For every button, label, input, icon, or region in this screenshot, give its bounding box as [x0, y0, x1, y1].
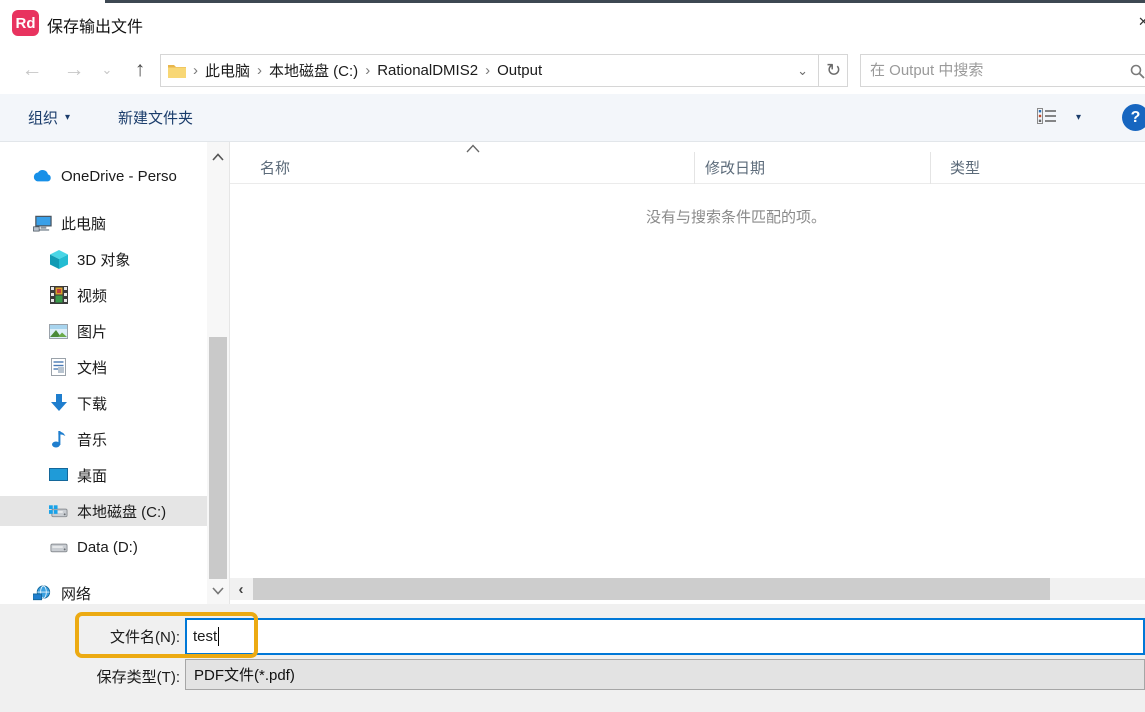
- breadcrumb-output[interactable]: Output: [497, 62, 542, 79]
- text-cursor: [218, 627, 219, 646]
- recent-locations-caret-icon[interactable]: ⌄: [96, 53, 118, 87]
- music-icon: [49, 430, 68, 449]
- new-folder-label: 新建文件夹: [118, 107, 193, 128]
- sidebar-scrollbar[interactable]: [207, 142, 229, 604]
- sidebar-scrollbar-thumb[interactable]: [209, 337, 227, 579]
- breadcrumb-separator-icon: ›: [186, 62, 205, 79]
- organize-label: 组织: [28, 107, 58, 128]
- sidebar-item-3d-objects[interactable]: 3D 对象: [0, 244, 207, 274]
- app-logo-icon: Rd: [12, 10, 39, 36]
- command-toolbar: 组织 ▾ 新建文件夹 ▾ ?: [0, 94, 1145, 142]
- search-box: [860, 54, 1145, 87]
- caret-down-icon: ▾: [65, 112, 70, 123]
- sidebar-item-this-pc[interactable]: 此电脑: [0, 208, 207, 238]
- data-d-drive-icon: [49, 538, 68, 557]
- navigation-sidebar: OneDrive - Perso 此电脑: [0, 142, 207, 604]
- sidebar-item-label: 本地磁盘 (C:): [77, 501, 166, 522]
- search-icon: [1129, 63, 1145, 83]
- sidebar-item-label: Data (D:): [77, 539, 138, 556]
- breadcrumb-separator-icon: ›: [250, 62, 269, 79]
- forward-icon[interactable]: →: [56, 53, 92, 87]
- desktop-icon: [49, 466, 68, 485]
- sidebar-item-label: 音乐: [77, 429, 107, 450]
- column-separator[interactable]: [694, 152, 695, 184]
- caret-down-icon: ▾: [1076, 112, 1081, 123]
- dialog-body: OneDrive - Perso 此电脑: [0, 142, 1145, 604]
- sidebar-item-label: 3D 对象: [77, 249, 130, 270]
- background-window-edge: [105, 0, 1145, 3]
- savetype-value: PDF文件(*.pdf): [194, 664, 295, 685]
- sidebar-item-label: 文档: [77, 357, 107, 378]
- address-dropdown-caret-icon[interactable]: ⌄: [787, 63, 818, 79]
- sidebar-item-label: 网络: [61, 583, 91, 604]
- filename-value: test: [193, 628, 217, 645]
- search-input[interactable]: [861, 55, 1145, 86]
- breadcrumb-separator-icon: ›: [478, 62, 497, 79]
- sidebar-item-label: OneDrive - Perso: [61, 168, 177, 185]
- scroll-down-icon[interactable]: [207, 582, 229, 599]
- sidebar-item-label: 图片: [77, 321, 107, 342]
- up-icon[interactable]: ↑: [124, 53, 156, 87]
- horizontal-scrollbar[interactable]: ‹: [230, 578, 1145, 600]
- downloads-icon: [49, 394, 68, 413]
- filename-input[interactable]: test: [185, 618, 1145, 655]
- 3d-objects-icon: [49, 250, 68, 269]
- documents-icon: [49, 358, 68, 377]
- refresh-icon[interactable]: ↻: [818, 54, 848, 87]
- column-header-type[interactable]: 类型: [950, 157, 980, 178]
- address-bar[interactable]: › 此电脑 › 本地磁盘 (C:) › RationalDMIS2 › Outp…: [160, 54, 848, 87]
- scroll-left-icon[interactable]: ‹: [232, 579, 250, 599]
- videos-icon: [49, 286, 68, 305]
- window-title: 保存输出文件: [47, 13, 143, 37]
- local-disk-c-icon: [49, 502, 68, 521]
- scroll-up-icon[interactable]: [207, 148, 229, 165]
- sidebar-item-local-disk-c[interactable]: 本地磁盘 (C:): [0, 496, 207, 526]
- onedrive-cloud-icon: [33, 167, 52, 186]
- save-file-dialog: Rd 保存输出文件 ✕ ← → ⌄ ↑ › 此电脑 › 本地磁盘 (C:) › …: [0, 0, 1145, 712]
- sidebar-item-network[interactable]: 网络: [0, 578, 207, 604]
- breadcrumb-rationaldmis2[interactable]: RationalDMIS2: [377, 62, 478, 79]
- sidebar-item-data-d[interactable]: Data (D:): [0, 532, 207, 562]
- pictures-icon: [49, 322, 68, 341]
- filename-label: 文件名(N):: [62, 626, 180, 647]
- sidebar-item-desktop[interactable]: 桌面: [0, 460, 207, 490]
- sidebar-item-videos[interactable]: 视频: [0, 280, 207, 310]
- sidebar-item-music[interactable]: 音乐: [0, 424, 207, 454]
- sidebar-item-downloads[interactable]: 下载: [0, 388, 207, 418]
- sidebar-item-documents[interactable]: 文档: [0, 352, 207, 382]
- sidebar-item-label: 桌面: [77, 465, 107, 486]
- breadcrumb-this-pc[interactable]: 此电脑: [205, 60, 250, 81]
- view-options-button[interactable]: [1037, 94, 1057, 141]
- view-options-caret[interactable]: ▾: [1076, 94, 1081, 141]
- sidebar-item-label: 视频: [77, 285, 107, 306]
- empty-folder-message: 没有与搜索条件匹配的项。: [486, 206, 986, 227]
- this-pc-icon: [33, 214, 52, 233]
- column-header-date-modified[interactable]: 修改日期: [705, 157, 765, 178]
- savetype-label: 保存类型(T):: [62, 666, 180, 687]
- savetype-select[interactable]: PDF文件(*.pdf): [185, 659, 1145, 690]
- column-separator[interactable]: [930, 152, 931, 184]
- close-icon[interactable]: ✕: [1138, 14, 1145, 30]
- navigation-bar: ← → ⌄ ↑ › 此电脑 › 本地磁盘 (C:) › RationalDMIS…: [0, 47, 1145, 94]
- sidebar-item-onedrive[interactable]: OneDrive - Perso: [0, 161, 207, 191]
- horizontal-scrollbar-thumb[interactable]: [253, 578, 1050, 600]
- column-header-name[interactable]: 名称: [260, 157, 290, 178]
- new-folder-button[interactable]: 新建文件夹: [118, 94, 193, 141]
- breadcrumb-local-disk-c[interactable]: 本地磁盘 (C:): [269, 60, 358, 81]
- footer-panel: 文件名(N): test 保存类型(T): PDF文件(*.pdf): [0, 604, 1145, 712]
- help-button[interactable]: ?: [1122, 104, 1145, 131]
- organize-button[interactable]: 组织 ▾: [28, 94, 70, 141]
- file-list-pane: 名称 修改日期 类型 没有与搜索条件匹配的项。 ‹: [230, 142, 1145, 604]
- breadcrumb-separator-icon: ›: [358, 62, 377, 79]
- list-view-icon: [1037, 107, 1057, 129]
- folder-icon: [167, 61, 186, 80]
- sidebar-item-label: 下载: [77, 393, 107, 414]
- network-icon: [33, 584, 52, 603]
- sidebar-item-pictures[interactable]: 图片: [0, 316, 207, 346]
- file-list-header: 名称 修改日期 类型: [230, 150, 1145, 184]
- title-bar: Rd 保存输出文件 ✕: [0, 0, 1145, 47]
- sidebar-item-label: 此电脑: [61, 213, 106, 234]
- back-icon[interactable]: ←: [14, 53, 50, 87]
